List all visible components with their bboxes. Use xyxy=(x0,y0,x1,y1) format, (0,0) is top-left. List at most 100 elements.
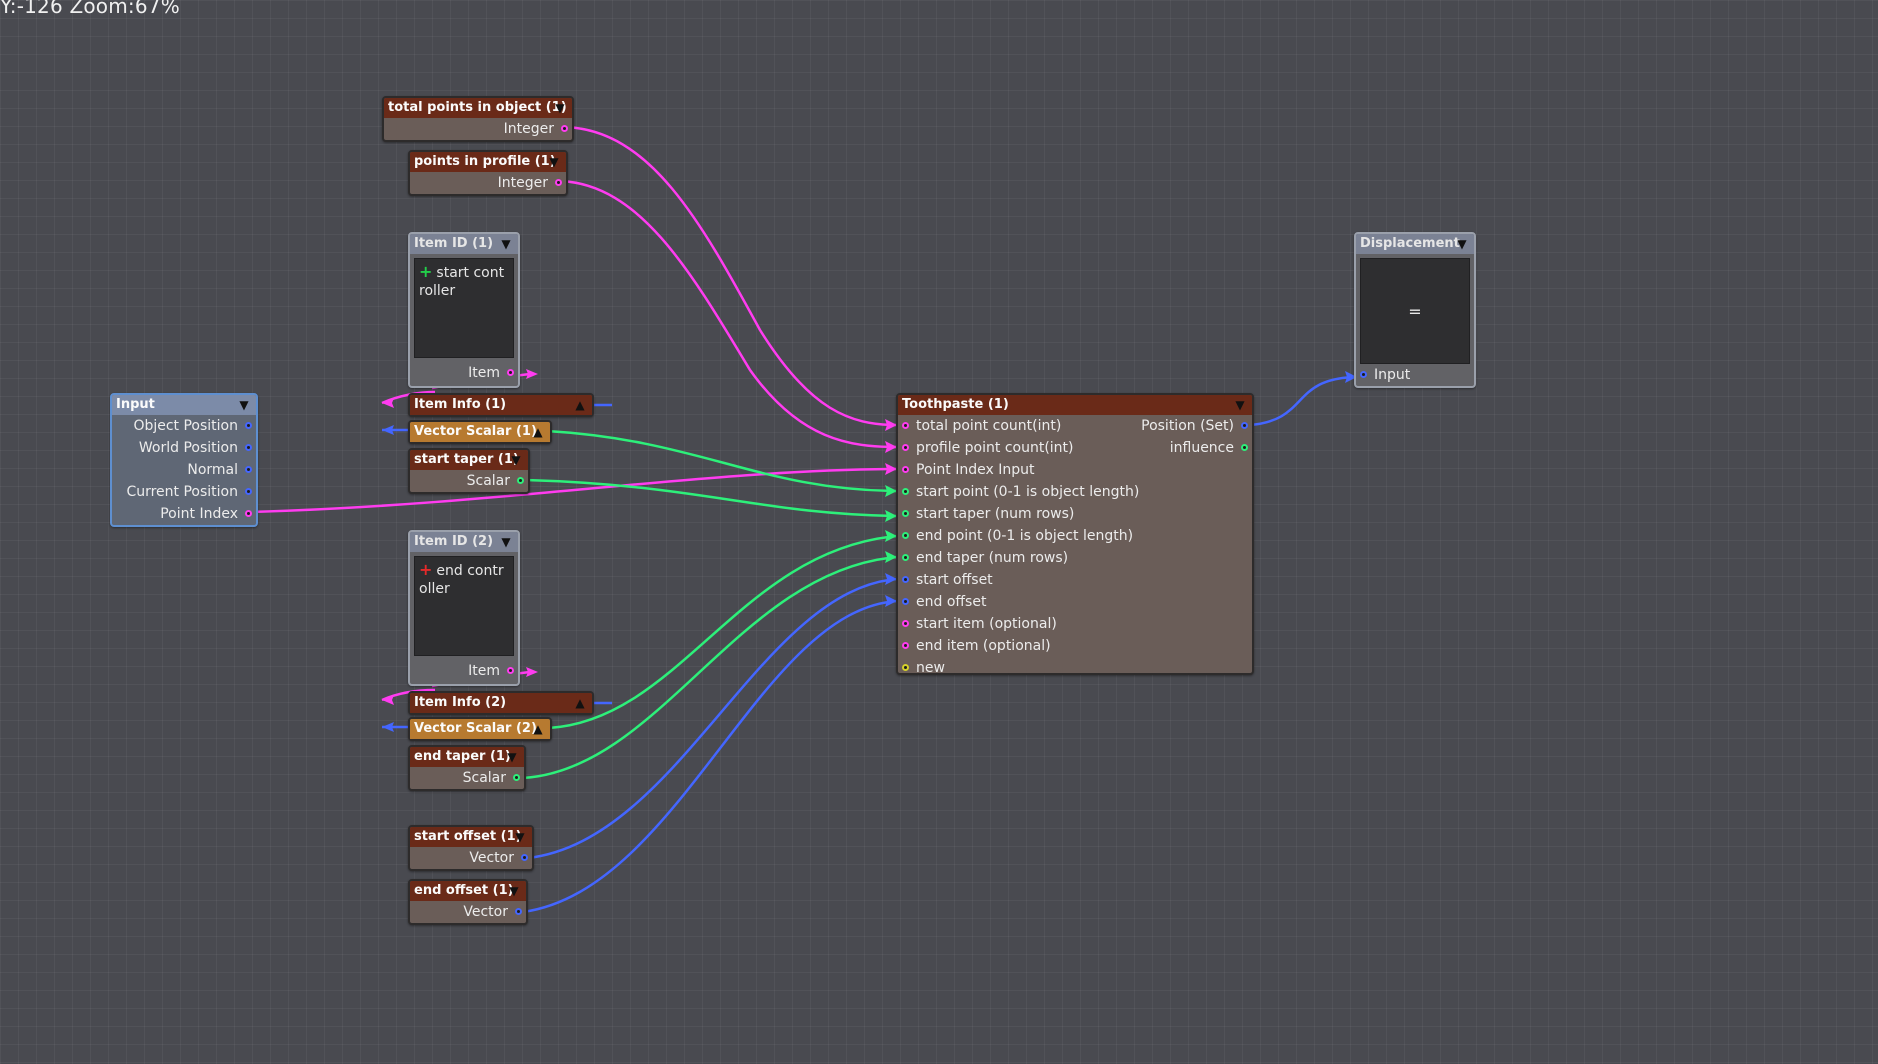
port-input[interactable]: start offset xyxy=(898,569,1252,591)
node-input[interactable]: Input ▼ Object Position World Position No… xyxy=(110,393,258,527)
port-input[interactable]: start point (0-1 is object length) xyxy=(898,481,1252,503)
port-output[interactable]: Vector xyxy=(410,847,532,869)
port-dot-icon[interactable] xyxy=(515,908,522,915)
chevron-up-icon[interactable]: ▲ xyxy=(572,693,588,713)
chevron-down-icon[interactable]: ▼ xyxy=(552,98,568,118)
port-dot-icon[interactable] xyxy=(902,576,909,583)
node-header[interactable]: start taper (1) ▼ xyxy=(410,450,528,470)
node-item-info-2[interactable]: Item Info (2) ▲ xyxy=(408,691,594,715)
chevron-down-icon[interactable]: ▼ xyxy=(498,234,514,254)
port-dot-icon[interactable] xyxy=(507,369,514,376)
port-output[interactable]: World Position xyxy=(112,437,256,459)
node-item-id-2[interactable]: Item ID (2) ▼ + end controller Item xyxy=(408,530,520,686)
port-input[interactable]: start item (optional) xyxy=(898,613,1252,635)
port-dot-icon[interactable] xyxy=(1241,422,1248,429)
item-selector[interactable]: + start controller xyxy=(414,258,514,358)
port-dot-icon[interactable] xyxy=(902,598,909,605)
node-header[interactable]: Toothpaste (1) ▼ xyxy=(898,395,1252,415)
node-header[interactable]: points in profile (1) ▼ xyxy=(410,152,566,172)
port-input[interactable]: end taper (num rows) xyxy=(898,547,1252,569)
port-input[interactable]: end item (optional) xyxy=(898,635,1252,657)
chevron-down-icon[interactable]: ▼ xyxy=(1232,395,1248,415)
port-output[interactable]: Scalar xyxy=(410,767,524,789)
node-header[interactable]: Vector Scalar (1) ▲ xyxy=(410,422,550,442)
port-dot-icon[interactable] xyxy=(245,488,252,495)
port-output[interactable]: Integer xyxy=(384,118,572,140)
node-header[interactable]: end offset (1) ▼ xyxy=(410,881,526,901)
node-header[interactable]: Item Info (2) ▲ xyxy=(410,693,592,713)
chevron-down-icon[interactable]: ▼ xyxy=(504,747,520,767)
port-row[interactable]: total point count(int) Position (Set) xyxy=(898,415,1252,437)
port-dot-icon[interactable] xyxy=(245,444,252,451)
port-input[interactable]: new xyxy=(898,657,1252,679)
port-dot-icon[interactable] xyxy=(513,774,520,781)
node-item-id-1[interactable]: Item ID (1) ▼ + start controller Item xyxy=(408,232,520,388)
node-item-info-1[interactable]: Item Info (1) ▲ xyxy=(408,393,594,417)
port-dot-icon[interactable] xyxy=(902,422,909,429)
port-dot-icon[interactable] xyxy=(902,444,909,451)
port-output[interactable]: Object Position xyxy=(112,415,256,437)
node-toothpaste[interactable]: Toothpaste (1) ▼ total point count(int) P… xyxy=(896,393,1254,676)
port-output[interactable]: Item xyxy=(410,362,518,384)
node-header[interactable]: start offset (1) ▼ xyxy=(410,827,532,847)
item-selector[interactable]: + end controller xyxy=(414,556,514,656)
chevron-up-icon[interactable]: ▲ xyxy=(530,719,546,739)
port-output[interactable]: Item xyxy=(410,660,518,682)
port-input[interactable]: Point Index Input xyxy=(898,459,1252,481)
node-header[interactable]: Item ID (2) ▼ xyxy=(410,532,518,552)
node-header[interactable]: Item Info (1) ▲ xyxy=(410,395,592,415)
port-dot-icon[interactable] xyxy=(902,510,909,517)
port-dot-icon[interactable] xyxy=(902,532,909,539)
chevron-down-icon[interactable]: ▼ xyxy=(236,395,252,415)
node-header[interactable]: Displacement ▼ xyxy=(1356,234,1474,254)
node-start-taper[interactable]: start taper (1) ▼ Scalar xyxy=(408,448,530,494)
port-dot-icon[interactable] xyxy=(561,125,568,132)
node-points-profile[interactable]: points in profile (1) ▼ Integer xyxy=(408,150,568,196)
node-vector-scalar-2[interactable]: Vector Scalar (2) ▲ xyxy=(408,717,552,741)
port-output[interactable]: Current Position xyxy=(112,481,256,503)
node-vector-scalar-1[interactable]: Vector Scalar (1) ▲ xyxy=(408,420,552,444)
port-output[interactable]: Integer xyxy=(410,172,566,194)
port-input[interactable]: Input xyxy=(1356,364,1474,386)
port-dot-icon[interactable] xyxy=(555,179,562,186)
port-dot-icon[interactable] xyxy=(245,510,252,517)
node-total-points[interactable]: total points in object (1) ▼ Integer xyxy=(382,96,574,142)
port-output[interactable]: Normal xyxy=(112,459,256,481)
port-dot-icon[interactable] xyxy=(517,477,524,484)
port-row[interactable]: profile point count(int) influence xyxy=(898,437,1252,459)
chevron-down-icon[interactable]: ▼ xyxy=(1454,234,1470,254)
port-input[interactable]: end point (0-1 is object length) xyxy=(898,525,1252,547)
port-dot-icon[interactable] xyxy=(902,664,909,671)
port-input[interactable]: start taper (num rows) xyxy=(898,503,1252,525)
chevron-up-icon[interactable]: ▲ xyxy=(572,395,588,415)
node-header[interactable]: Input ▼ xyxy=(112,395,256,415)
port-dot-icon[interactable] xyxy=(507,667,514,674)
port-dot-icon[interactable] xyxy=(245,466,252,473)
port-input[interactable]: end offset xyxy=(898,591,1252,613)
port-output[interactable]: Scalar xyxy=(410,470,528,492)
port-dot-icon[interactable] xyxy=(1360,371,1367,378)
node-displacement[interactable]: Displacement ▼ = Input xyxy=(1354,232,1476,388)
node-header[interactable]: Item ID (1) ▼ xyxy=(410,234,518,254)
port-output[interactable]: Point Index xyxy=(112,503,256,525)
node-start-offset[interactable]: start offset (1) ▼ Vector xyxy=(408,825,534,871)
node-end-offset[interactable]: end offset (1) ▼ Vector xyxy=(408,879,528,925)
port-dot-icon[interactable] xyxy=(902,554,909,561)
chevron-down-icon[interactable]: ▼ xyxy=(512,827,528,847)
node-end-taper[interactable]: end taper (1) ▼ Scalar xyxy=(408,745,526,791)
port-dot-icon[interactable] xyxy=(902,620,909,627)
node-header[interactable]: total points in object (1) ▼ xyxy=(384,98,572,118)
port-dot-icon[interactable] xyxy=(245,422,252,429)
chevron-down-icon[interactable]: ▼ xyxy=(498,532,514,552)
port-dot-icon[interactable] xyxy=(902,488,909,495)
port-dot-icon[interactable] xyxy=(1241,444,1248,451)
node-header[interactable]: end taper (1) ▼ xyxy=(410,747,524,767)
chevron-down-icon[interactable]: ▼ xyxy=(546,152,562,172)
port-dot-icon[interactable] xyxy=(902,466,909,473)
node-header[interactable]: Vector Scalar (2) ▲ xyxy=(410,719,550,739)
displacement-expression[interactable]: = xyxy=(1360,258,1470,364)
port-dot-icon[interactable] xyxy=(902,642,909,649)
port-dot-icon[interactable] xyxy=(521,854,528,861)
chevron-up-icon[interactable]: ▲ xyxy=(530,422,546,442)
chevron-down-icon[interactable]: ▼ xyxy=(508,450,524,470)
